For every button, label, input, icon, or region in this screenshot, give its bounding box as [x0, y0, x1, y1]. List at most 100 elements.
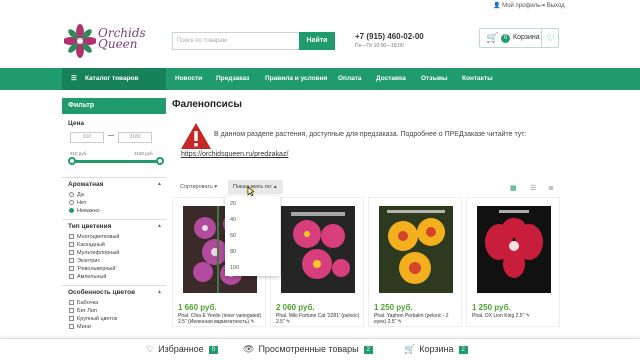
- radio-icon: [69, 200, 74, 205]
- checkbox-icon: [69, 234, 74, 239]
- flower-option[interactable]: Биг Лип: [62, 307, 166, 315]
- price-min-input[interactable]: 910: [70, 132, 104, 143]
- sort-dropdown[interactable]: Сортировать ▾: [180, 184, 217, 190]
- my-profile-link[interactable]: 👤 Мой профиль: [493, 2, 540, 9]
- filter-header: Фильтр: [62, 98, 166, 114]
- price-slider-max-handle[interactable]: [156, 157, 164, 165]
- price-min-label: 910 руб.: [70, 151, 88, 156]
- nav-item-delivery[interactable]: Доставка: [376, 68, 406, 90]
- sort-label: Сортировать: [180, 184, 213, 190]
- nav-item-reviews[interactable]: Отзывы: [421, 68, 448, 90]
- price-range-inputs: 910 3180: [62, 132, 166, 146]
- bloom-option[interactable]: Многоцветковый: [62, 233, 166, 241]
- search-button[interactable]: Найти: [299, 32, 335, 50]
- product-name[interactable]: Phal. Miki Fortune Cat '3281' (peloric) …: [276, 313, 364, 325]
- per-page-option-40[interactable]: 40: [225, 212, 280, 228]
- work-hours: Пн—Пт 10:00—18:00: [355, 43, 404, 49]
- flower-option[interactable]: Бабочка: [62, 299, 166, 307]
- checkbox-icon: [69, 258, 74, 263]
- per-page-option-60[interactable]: 60: [225, 228, 280, 244]
- logo-line-2: Queen: [98, 37, 138, 51]
- price-slider-min-handle[interactable]: [68, 157, 76, 165]
- product-price: 1 250 руб.: [472, 303, 511, 312]
- checkbox-icon: [69, 308, 74, 313]
- checkbox-icon: [69, 274, 74, 279]
- nav-item-preorder[interactable]: Предзаказ: [216, 68, 249, 90]
- nav-item-contacts[interactable]: Контакты: [462, 68, 493, 90]
- logo-text[interactable]: Orchids Queen: [98, 27, 146, 51]
- flower-option[interactable]: Крупный цветок: [62, 315, 166, 323]
- price-filter-title: Цена: [68, 120, 84, 127]
- product-card[interactable]: 1 250 руб. Phal. OX Lion King 2.5" ✎: [466, 197, 560, 327]
- price-slider[interactable]: [68, 157, 164, 165]
- product-image[interactable]: [379, 206, 453, 293]
- catalog-menu-button[interactable]: ☰ Каталог товаров: [62, 68, 166, 90]
- per-page-dropdown[interactable]: Показывать по: ▴: [228, 180, 283, 194]
- aroma-option-any[interactable]: Неважно: [62, 207, 166, 215]
- viewed-count-badge: 2: [363, 346, 373, 354]
- bloom-option[interactable]: 'Револьверный': [62, 265, 166, 273]
- compact-view-icon[interactable]: ≣: [548, 184, 554, 192]
- logout-link[interactable]: ⇥ Выход: [540, 2, 565, 9]
- header-cart[interactable]: 🛒 0 Корзина ♡: [479, 28, 559, 48]
- nav-item-rules[interactable]: Правила и условия: [265, 68, 327, 90]
- chevron-up-icon: ▲: [157, 223, 162, 229]
- checkbox-icon: [69, 266, 74, 271]
- divider: [62, 177, 166, 178]
- logout-label: Выход: [546, 3, 565, 9]
- checkbox-icon: [69, 242, 74, 247]
- product-price: 1 660 руб.: [178, 303, 217, 312]
- nav-item-payment[interactable]: Оплата: [338, 68, 362, 90]
- list-view-icon[interactable]: ☰: [530, 184, 536, 192]
- product-image[interactable]: [477, 206, 551, 293]
- product-name[interactable]: Phal. OX Lion King 2.5" ✎: [472, 313, 560, 319]
- main-nav: ☰ Каталог товаров Новости Предзаказ Прави…: [0, 68, 640, 90]
- cart-icon: 🛒: [486, 33, 499, 44]
- flower-filter-title[interactable]: Особенность цветов ▲: [62, 289, 166, 296]
- preorder-link[interactable]: https://orchidsqueen.ru/predzakaz/: [181, 151, 288, 158]
- bottom-viewed[interactable]: 👁 Просмотренные товары 2: [243, 344, 373, 355]
- cart-icon: 🛒: [404, 344, 416, 354]
- product-price: 2 060 руб.: [276, 303, 315, 312]
- bottom-bar: ♡ Избранное 0 👁 Просмотренные товары 2 🛒 Корз…: [0, 338, 640, 360]
- logout-icon: ⇥: [540, 3, 547, 9]
- heart-icon: ♡: [146, 344, 155, 354]
- bloom-option[interactable]: Каскадный: [62, 241, 166, 249]
- per-page-option-20[interactable]: 20: [225, 196, 280, 212]
- bloom-option[interactable]: Мультифлорный: [62, 249, 166, 257]
- product-name[interactable]: Phal. Yaphon Perbalm (peloric - 2 eyes) …: [374, 313, 462, 325]
- product-name[interactable]: Phal. Chia E Yenlin (inner variegated) 2…: [178, 313, 266, 325]
- product-image[interactable]: [281, 206, 355, 293]
- product-card[interactable]: 1 250 руб. Phal. Yaphon Perbalm (peloric…: [368, 197, 462, 327]
- warning-icon: [181, 123, 211, 149]
- radio-selected-icon: [69, 208, 74, 213]
- user-icon: 👤: [493, 3, 503, 9]
- phone-number[interactable]: +7 (915) 460-02-00: [355, 32, 424, 41]
- preorder-notice: В данном разделе растения, доступные для…: [214, 131, 527, 138]
- divider: [62, 219, 166, 220]
- favorites-heart-icon[interactable]: ♡: [541, 29, 559, 47]
- filter-sidebar: Фильтр Цена 910 3180 910 руб. 3180 руб. …: [62, 98, 166, 330]
- aroma-option-no[interactable]: Нет: [62, 199, 166, 207]
- bloom-filter-title[interactable]: Тип цветения ▲: [62, 223, 166, 230]
- flower-option[interactable]: Мини: [62, 323, 166, 331]
- hamburger-icon: ☰: [71, 75, 77, 82]
- per-page-option-80[interactable]: 80: [225, 244, 280, 260]
- bottom-cart[interactable]: 🛒 Корзина 2: [404, 344, 468, 355]
- pencil-icon: ✎: [286, 319, 291, 325]
- nav-item-news[interactable]: Новости: [175, 68, 202, 90]
- aroma-option-yes[interactable]: Да: [62, 191, 166, 199]
- product-card[interactable]: 2 060 руб. Phal. Miki Fortune Cat '3281'…: [270, 197, 364, 327]
- bloom-option[interactable]: Экзотрис: [62, 257, 166, 265]
- aroma-filter-title[interactable]: Ароматная ▲: [62, 181, 166, 188]
- search-placeholder: Поиск по товарам: [177, 38, 227, 44]
- search-input[interactable]: Поиск по товарам: [172, 32, 300, 50]
- divider: [62, 285, 166, 286]
- orchid-logo-icon[interactable]: [64, 24, 96, 58]
- per-page-option-100[interactable]: 100: [225, 260, 280, 276]
- price-max-input[interactable]: 3180: [118, 132, 152, 143]
- bottom-favorites[interactable]: ♡ Избранное 0: [146, 344, 219, 355]
- grid-view-icon[interactable]: ▦: [510, 184, 517, 192]
- bloom-option[interactable]: Ампельный: [62, 273, 166, 281]
- page-title: Фаленопсисы: [172, 99, 242, 110]
